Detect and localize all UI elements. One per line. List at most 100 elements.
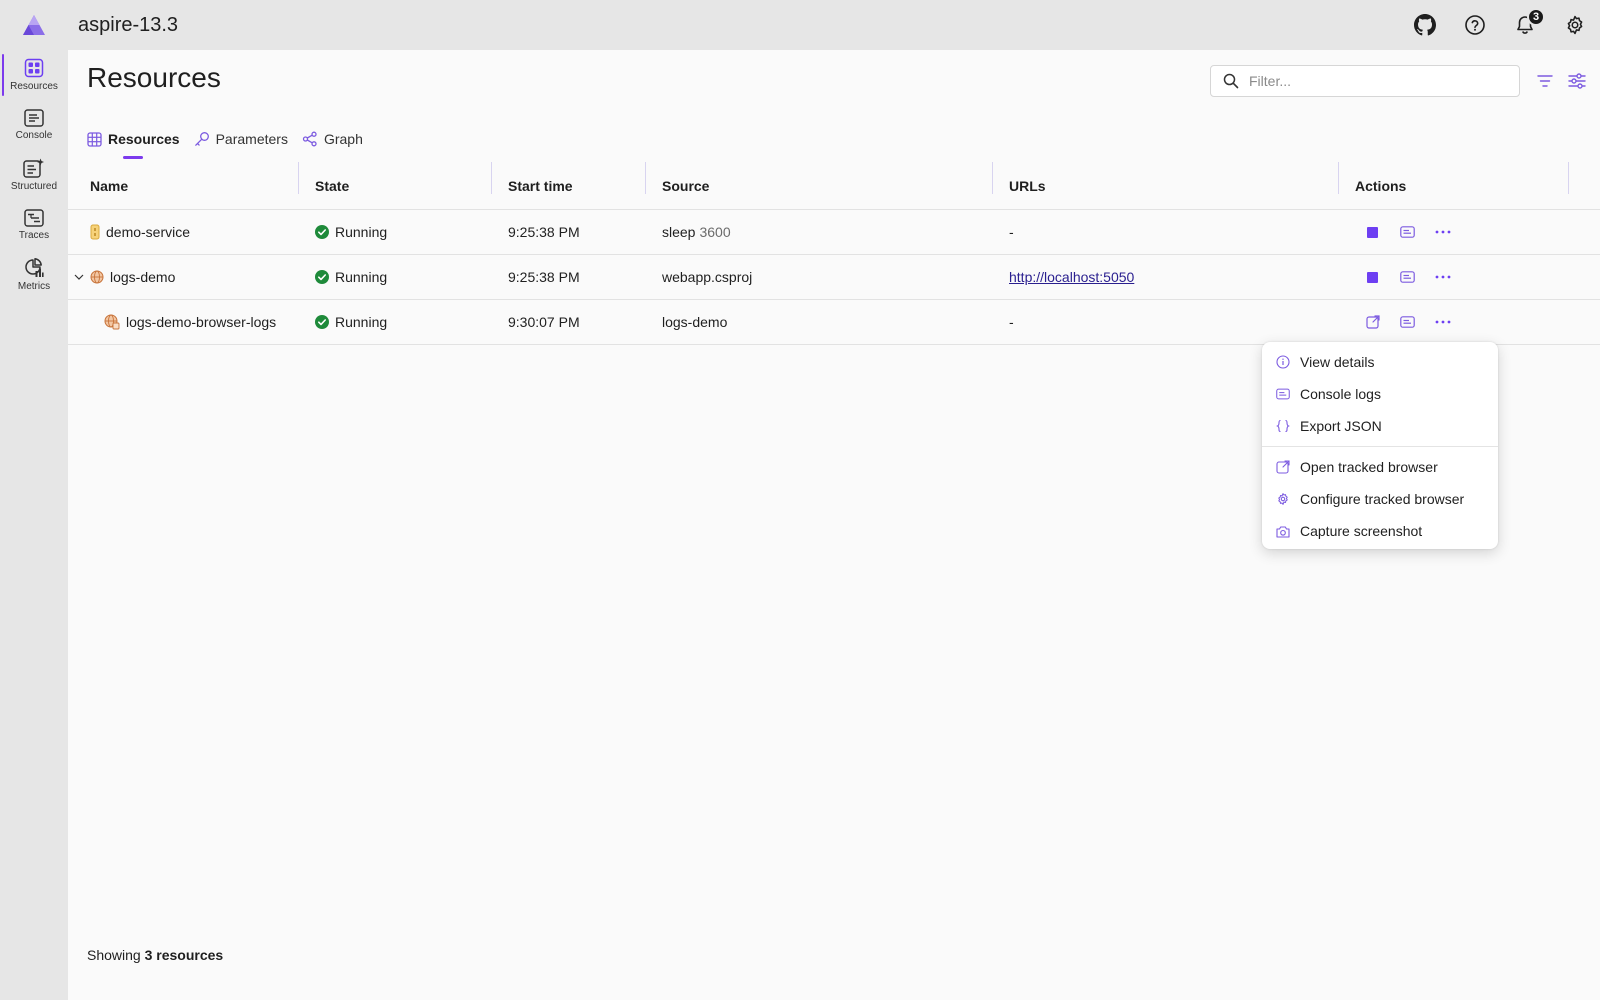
side-nav: Resources Console Structured Traces Metr… [0,50,68,1000]
stop-button[interactable] [1355,262,1390,292]
ellipsis-icon [1435,320,1450,324]
chevron-down-icon[interactable] [74,274,86,280]
menu-item-console-logs[interactable]: Console logs [1262,378,1498,410]
filter-options-button[interactable] [1532,68,1558,94]
nav-label: Console [15,130,53,141]
source-text: webapp.csproj [662,269,753,285]
menu-item-label: Export JSON [1300,418,1382,434]
state-cell: Running [299,210,492,254]
help-icon [1465,15,1485,35]
stop-icon [1367,226,1378,238]
key-icon [194,132,209,146]
nav-label: Resources [10,81,58,92]
actions-context-menu: View details Console logs Export JSON Op… [1262,342,1498,549]
notifications-button[interactable]: 3 [1500,0,1550,50]
stop-button[interactable] [1355,217,1390,247]
column-header-actions[interactable]: Actions [1339,162,1569,209]
gear-icon [1567,15,1583,35]
nav-item-console[interactable]: Console [0,100,68,150]
source-cell: webapp.csproj [646,255,993,299]
source-text: logs-demo [662,314,728,330]
console-icon [1400,271,1415,283]
tab-label: Graph [323,131,363,147]
console-icon [24,109,44,127]
metrics-icon [25,258,44,277]
table-header: Name State Start time Source URLs Action… [68,162,1600,210]
aspire-logo-icon [23,15,45,35]
filter-input[interactable] [1249,73,1509,89]
structured-logs-icon [23,158,44,178]
nav-item-metrics[interactable]: Metrics [0,250,68,300]
menu-item-export-json[interactable]: Export JSON [1262,410,1498,442]
resource-name: logs-demo [110,269,176,285]
start-time-cell: 9:25:38 PM [508,224,580,240]
open-browser-button[interactable] [1355,307,1390,337]
page-title: Resources [87,62,221,93]
footer-prefix: Showing [87,947,141,963]
table-row[interactable]: logs-demo Running 9:25:38 PM webapp.cspr… [68,255,1600,300]
console-logs-button[interactable] [1390,217,1425,247]
more-actions-button[interactable] [1425,262,1460,292]
name-cell: demo-service [68,210,299,254]
project-globe-icon [90,270,104,284]
console-icon [1400,226,1415,238]
tab-resources[interactable]: Resources [87,122,180,159]
console-icon [1276,388,1290,400]
tab-parameters[interactable]: Parameters [194,122,288,156]
settings-button[interactable] [1550,0,1600,50]
source-text: sleep [662,224,696,240]
nav-item-resources[interactable]: Resources [0,50,68,100]
stop-icon [1367,271,1378,283]
menu-item-view-details[interactable]: View details [1262,346,1498,378]
nav-item-traces[interactable]: Traces [0,200,68,250]
menu-item-label: Configure tracked browser [1300,491,1465,507]
more-actions-button[interactable] [1425,217,1460,247]
check-circle-icon [315,315,329,329]
column-header-name[interactable]: Name [68,162,299,209]
name-cell: logs-demo-browser-logs [68,300,299,344]
url-cell: - [1009,314,1014,330]
name-cell: logs-demo [68,255,299,299]
graph-share-icon [302,131,317,147]
ellipsis-icon [1435,230,1450,234]
menu-item-label: View details [1300,354,1375,370]
executable-icon [90,224,100,240]
column-header-state[interactable]: State [299,162,492,209]
menu-item-open-tracked-browser[interactable]: Open tracked browser [1262,451,1498,483]
info-icon [1276,355,1290,369]
endpoint-link[interactable]: http://localhost:5050 [1009,269,1134,285]
view-settings-button[interactable] [1564,68,1590,94]
filter-lines-icon [1537,75,1553,87]
resource-name: logs-demo-browser-logs [126,314,277,330]
open-external-icon [1365,315,1380,329]
start-time-cell: 9:25:38 PM [508,269,580,285]
top-bar: aspire-13.3 3 [0,0,1600,50]
help-button[interactable] [1450,0,1500,50]
url-cell: - [1009,224,1014,240]
menu-item-capture-screenshot[interactable]: Capture screenshot [1262,515,1498,547]
column-header-start-time[interactable]: Start time [492,162,646,209]
github-button[interactable] [1400,0,1450,50]
table-row[interactable]: demo-service Running 9:25:38 PM sleep 36… [68,210,1600,255]
actions-cell [1339,210,1569,254]
console-logs-button[interactable] [1390,307,1425,337]
menu-item-label: Capture screenshot [1300,523,1423,539]
state-cell: Running [299,255,492,299]
tab-label: Parameters [215,131,288,147]
column-header-source[interactable]: Source [646,162,993,209]
aspire-logo[interactable] [0,0,68,50]
braces-icon [1276,419,1290,433]
source-arg: 3600 [699,224,731,240]
menu-item-label: Console logs [1300,386,1381,402]
source-cell: logs-demo [646,300,993,344]
resource-name: demo-service [106,224,191,240]
filter-box[interactable] [1210,65,1520,97]
column-header-urls[interactable]: URLs [993,162,1339,209]
menu-item-configure-tracked-browser[interactable]: Configure tracked browser [1262,483,1498,515]
nav-item-structured[interactable]: Structured [0,150,68,200]
tab-graph[interactable]: Graph [302,122,363,156]
ellipsis-icon [1435,275,1450,279]
console-logs-button[interactable] [1390,262,1425,292]
more-actions-button[interactable] [1425,307,1460,337]
table-row[interactable]: logs-demo-browser-logs Running 9:30:07 P… [68,300,1600,345]
